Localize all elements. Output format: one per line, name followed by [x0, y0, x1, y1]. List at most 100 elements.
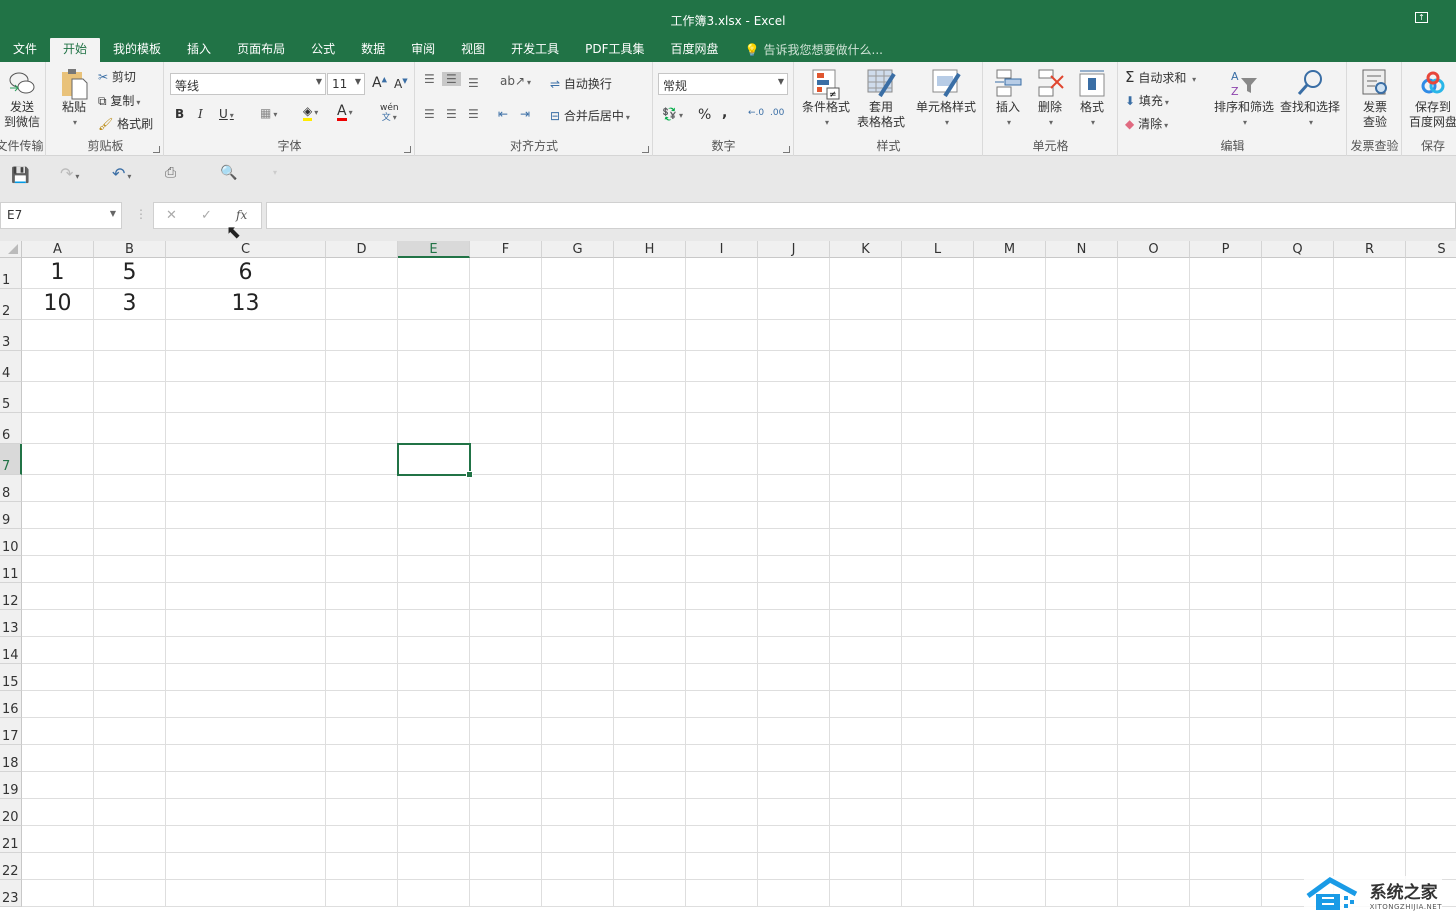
cell-Q8[interactable]: [1262, 475, 1334, 502]
decrease-font-icon[interactable]: A▼: [394, 77, 408, 91]
cell-H19[interactable]: [614, 772, 686, 799]
cell-F23[interactable]: [470, 880, 542, 907]
cell-F10[interactable]: [470, 529, 542, 556]
cell-R1[interactable]: [1334, 258, 1406, 289]
cell-D12[interactable]: [326, 583, 398, 610]
cell-I3[interactable]: [686, 320, 758, 351]
cell-M22[interactable]: [974, 853, 1046, 880]
cell-B20[interactable]: [94, 799, 166, 826]
decrease-decimal-icon[interactable]: .00: [770, 108, 784, 118]
align-top-icon[interactable]: ☰: [424, 72, 435, 86]
cell-G18[interactable]: [542, 745, 614, 772]
cell-L14[interactable]: [902, 637, 974, 664]
cell-K11[interactable]: [830, 556, 902, 583]
cell-K12[interactable]: [830, 583, 902, 610]
cell-N11[interactable]: [1046, 556, 1118, 583]
row-header-21[interactable]: 21: [0, 826, 22, 853]
cell-I12[interactable]: [686, 583, 758, 610]
cell-E16[interactable]: [398, 691, 470, 718]
cell-L22[interactable]: [902, 853, 974, 880]
tab-8[interactable]: 视图: [448, 38, 498, 62]
cell-I10[interactable]: [686, 529, 758, 556]
cell-L16[interactable]: [902, 691, 974, 718]
cell-A1[interactable]: 1: [22, 258, 94, 289]
cell-Q12[interactable]: [1262, 583, 1334, 610]
cell-A14[interactable]: [22, 637, 94, 664]
fill-button[interactable]: ⬇ 填充 ▾: [1125, 92, 1169, 109]
cell-A9[interactable]: [22, 502, 94, 529]
cell-K13[interactable]: [830, 610, 902, 637]
cell-C22[interactable]: [166, 853, 326, 880]
ribbon-display-options-icon[interactable]: ↑: [1415, 12, 1428, 23]
align-left-icon[interactable]: ☰: [424, 107, 435, 121]
cell-R2[interactable]: [1334, 289, 1406, 320]
cell-R16[interactable]: [1334, 691, 1406, 718]
cell-N2[interactable]: [1046, 289, 1118, 320]
row-header-1[interactable]: 1: [0, 258, 22, 289]
cell-H20[interactable]: [614, 799, 686, 826]
cell-O9[interactable]: [1118, 502, 1190, 529]
cell-K22[interactable]: [830, 853, 902, 880]
font-name-select[interactable]: 等线 ▼: [170, 73, 326, 95]
cell-L19[interactable]: [902, 772, 974, 799]
cell-B14[interactable]: [94, 637, 166, 664]
row-header-16[interactable]: 16: [0, 691, 22, 718]
font-size-select[interactable]: 11 ▼: [327, 73, 365, 95]
print-icon[interactable]: ⎙: [165, 165, 176, 181]
cell-O11[interactable]: [1118, 556, 1190, 583]
delete-cells-button[interactable]: 删除 ▾: [1034, 68, 1066, 130]
cell-L3[interactable]: [902, 320, 974, 351]
column-header-S[interactable]: S: [1406, 241, 1456, 258]
cell-L11[interactable]: [902, 556, 974, 583]
cell-R9[interactable]: [1334, 502, 1406, 529]
cell-S1[interactable]: [1406, 258, 1456, 289]
cell-J20[interactable]: [758, 799, 830, 826]
align-middle-icon[interactable]: ☰: [442, 72, 461, 86]
cell-A17[interactable]: [22, 718, 94, 745]
column-header-C[interactable]: C: [166, 241, 326, 258]
cell-N7[interactable]: [1046, 444, 1118, 475]
cell-I21[interactable]: [686, 826, 758, 853]
cell-L21[interactable]: [902, 826, 974, 853]
cell-A20[interactable]: [22, 799, 94, 826]
cell-C23[interactable]: [166, 880, 326, 907]
cell-H18[interactable]: [614, 745, 686, 772]
cell-L18[interactable]: [902, 745, 974, 772]
cell-P11[interactable]: [1190, 556, 1262, 583]
cell-O2[interactable]: [1118, 289, 1190, 320]
formula-input[interactable]: [266, 202, 1456, 229]
cell-C2[interactable]: 13: [166, 289, 326, 320]
cell-G4[interactable]: [542, 351, 614, 382]
column-header-N[interactable]: N: [1046, 241, 1118, 258]
cell-Q20[interactable]: [1262, 799, 1334, 826]
cell-G22[interactable]: [542, 853, 614, 880]
cell-Q21[interactable]: [1262, 826, 1334, 853]
cell-H10[interactable]: [614, 529, 686, 556]
cell-G20[interactable]: [542, 799, 614, 826]
cell-S14[interactable]: [1406, 637, 1456, 664]
cell-C6[interactable]: [166, 413, 326, 444]
cell-C10[interactable]: [166, 529, 326, 556]
cell-B8[interactable]: [94, 475, 166, 502]
cell-M11[interactable]: [974, 556, 1046, 583]
dialog-launcher-icon[interactable]: [783, 146, 790, 153]
cell-F20[interactable]: [470, 799, 542, 826]
cell-R8[interactable]: [1334, 475, 1406, 502]
cell-J2[interactable]: [758, 289, 830, 320]
cell-S18[interactable]: [1406, 745, 1456, 772]
tab-2[interactable]: 我的模板: [100, 38, 174, 62]
tab-7[interactable]: 审阅: [398, 38, 448, 62]
cell-O10[interactable]: [1118, 529, 1190, 556]
cell-O1[interactable]: [1118, 258, 1190, 289]
cell-I14[interactable]: [686, 637, 758, 664]
cell-I23[interactable]: [686, 880, 758, 907]
cell-N3[interactable]: [1046, 320, 1118, 351]
row-header-5[interactable]: 5: [0, 382, 22, 413]
cell-P14[interactable]: [1190, 637, 1262, 664]
cell-M13[interactable]: [974, 610, 1046, 637]
cell-G5[interactable]: [542, 382, 614, 413]
cell-M10[interactable]: [974, 529, 1046, 556]
cell-A10[interactable]: [22, 529, 94, 556]
row-header-12[interactable]: 12: [0, 583, 22, 610]
cell-F8[interactable]: [470, 475, 542, 502]
